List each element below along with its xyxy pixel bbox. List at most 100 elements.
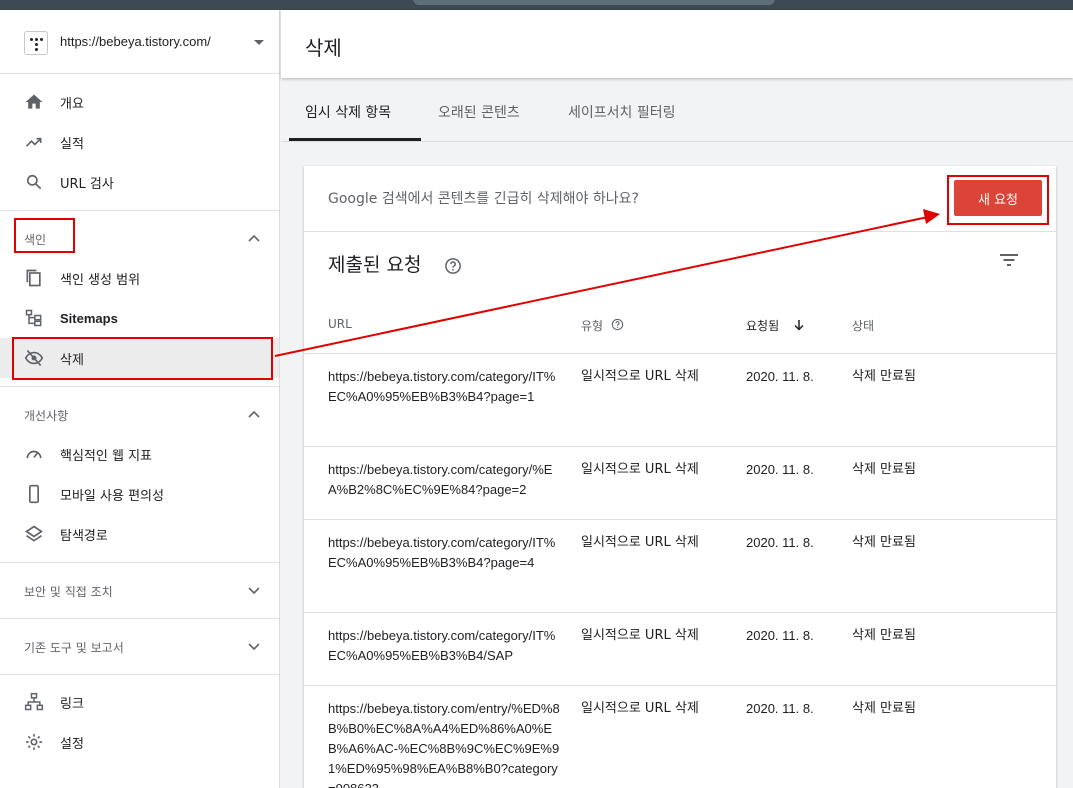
cell-url: https://bebeya.tistory.com/category/IT%E… bbox=[328, 369, 556, 404]
cell-type: 일시적으로 URL 삭제 bbox=[581, 369, 699, 384]
divider bbox=[0, 674, 279, 675]
section-enhancements-label: 개선사항 bbox=[24, 409, 69, 423]
section-index-label: 색인 bbox=[24, 233, 47, 247]
browser-top-strip bbox=[0, 0, 1073, 10]
cell-date: 2020. 11. 8. bbox=[746, 369, 814, 384]
sidebar-item-core-web-vitals[interactable]: 핵심적인 웹 지표 bbox=[0, 434, 279, 474]
section-security-header[interactable]: 보안 및 직접 조치 bbox=[0, 570, 279, 610]
divider bbox=[0, 386, 279, 387]
copy-pages-icon bbox=[26, 269, 41, 287]
cell-status: 삭제 만료됨 bbox=[852, 535, 916, 550]
divider bbox=[304, 446, 1056, 447]
section-security-label: 보안 및 직접 조치 bbox=[24, 585, 113, 599]
tab-bar: 임시 삭제 항목 오래된 콘텐츠 세이프서치 필터링 bbox=[281, 80, 1073, 142]
cell-date: 2020. 11. 8. bbox=[746, 535, 814, 550]
cell-status: 삭제 만료됨 bbox=[852, 701, 916, 716]
browser-address-bar[interactable] bbox=[413, 0, 775, 5]
sidebar-item-breadcrumbs[interactable]: 탐색경로 bbox=[0, 514, 279, 554]
gauge-icon bbox=[26, 450, 42, 459]
sidebar-item-overview[interactable]: 개요 bbox=[0, 82, 279, 122]
help-icon[interactable] bbox=[444, 257, 462, 275]
divider bbox=[0, 618, 279, 619]
chevron-up-icon bbox=[248, 410, 260, 418]
sidebar-item-label: 색인 생성 범위 bbox=[60, 272, 141, 288]
section-legacy-label: 기존 도구 및 보고서 bbox=[24, 641, 124, 655]
new-request-button[interactable]: 새 요청 bbox=[954, 180, 1042, 216]
sidebar-item-label: 개요 bbox=[60, 96, 84, 112]
links-icon bbox=[24, 692, 44, 711]
sidebar-item-links[interactable]: 링크 bbox=[0, 682, 279, 722]
layers-icon bbox=[24, 525, 44, 542]
eye-off-icon bbox=[24, 349, 44, 367]
sidebar-item-performance[interactable]: 실적 bbox=[0, 122, 279, 162]
chevron-down-icon bbox=[248, 643, 260, 651]
cell-type: 일시적으로 URL 삭제 bbox=[581, 628, 699, 643]
sitemap-icon bbox=[25, 309, 42, 327]
cell-url: https://bebeya.tistory.com/category/IT%E… bbox=[328, 628, 556, 663]
filter-list-icon[interactable] bbox=[998, 252, 1020, 268]
cell-url: https://bebeya.tistory.com/category/IT%E… bbox=[328, 535, 556, 570]
urgent-removal-question: Google 검색에서 콘텐츠를 긴급히 삭제해야 하나요? bbox=[328, 191, 639, 207]
sidebar-item-label: 삭제 bbox=[60, 352, 84, 368]
divider bbox=[0, 210, 279, 211]
active-tab-indicator bbox=[289, 138, 421, 141]
trending-up-icon bbox=[25, 137, 42, 147]
cell-type: 일시적으로 URL 삭제 bbox=[581, 701, 699, 716]
tab-outdated-content[interactable]: 오래된 콘텐츠 bbox=[438, 102, 520, 142]
divider bbox=[304, 685, 1056, 686]
cell-status: 삭제 만료됨 bbox=[852, 462, 916, 477]
cell-status: 삭제 만료됨 bbox=[852, 369, 916, 384]
column-header-status: 상태 bbox=[852, 319, 875, 333]
page-header: 삭제 bbox=[281, 10, 1073, 78]
settings-gear-icon bbox=[26, 734, 42, 750]
sidebar-item-label: URL 검사 bbox=[60, 176, 114, 192]
sidebar-item-coverage[interactable]: 색인 생성 범위 bbox=[0, 258, 279, 298]
sidebar-item-label: 설정 bbox=[60, 736, 84, 752]
property-url: https://bebeya.tistory.com/ bbox=[60, 34, 211, 49]
property-selector[interactable]: https://bebeya.tistory.com/ bbox=[0, 10, 279, 74]
divider bbox=[304, 612, 1056, 613]
divider bbox=[304, 519, 1056, 520]
section-legacy-header[interactable]: 기존 도구 및 보고서 bbox=[0, 626, 279, 666]
section-enhancements-header[interactable]: 개선사항 bbox=[0, 394, 279, 434]
sidebar-item-mobile-usability[interactable]: 모바일 사용 편의성 bbox=[0, 474, 279, 514]
column-header-type: 유형 bbox=[581, 319, 604, 333]
tab-temporary-removals[interactable]: 임시 삭제 항목 bbox=[305, 102, 391, 142]
divider bbox=[304, 231, 1056, 232]
sidebar-item-url-inspection[interactable]: URL 검사 bbox=[0, 162, 279, 202]
cell-date: 2020. 11. 8. bbox=[746, 628, 814, 643]
column-header-requested[interactable]: 요청됨 bbox=[746, 317, 779, 334]
cell-url: https://bebeya.tistory.com/entry/%ED%8B%… bbox=[328, 701, 560, 788]
section-index-header[interactable]: 색인 bbox=[0, 218, 279, 258]
submitted-requests-title: 제출된 요청 bbox=[328, 254, 422, 276]
cell-type: 일시적으로 URL 삭제 bbox=[581, 535, 699, 550]
sidebar-item-label: 탐색경로 bbox=[60, 528, 108, 544]
column-header-url: URL bbox=[328, 317, 352, 331]
sidebar-item-label: 모바일 사용 편의성 bbox=[60, 488, 164, 504]
smartphone-icon bbox=[29, 484, 39, 504]
arrow-down-icon bbox=[794, 320, 804, 331]
dropdown-caret-icon[interactable] bbox=[254, 40, 264, 45]
sidebar-item-label: 핵심적인 웹 지표 bbox=[60, 448, 152, 464]
page-title: 삭제 bbox=[305, 36, 342, 60]
search-icon bbox=[26, 174, 42, 190]
cell-date: 2020. 11. 8. bbox=[746, 462, 814, 477]
sidebar-item-removals[interactable]: 삭제 bbox=[0, 338, 279, 378]
sidebar-item-label: 실적 bbox=[60, 136, 84, 152]
cell-date: 2020. 11. 8. bbox=[746, 701, 814, 716]
sidebar-item-label: Sitemaps bbox=[60, 310, 118, 326]
chevron-up-icon bbox=[248, 234, 260, 242]
sidebar-item-settings[interactable]: 설정 bbox=[0, 722, 279, 762]
help-icon[interactable] bbox=[611, 318, 624, 331]
divider bbox=[0, 562, 279, 563]
tab-safesearch-filtering[interactable]: 세이프서치 필터링 bbox=[568, 102, 676, 142]
sidebar-item-label: 링크 bbox=[60, 696, 84, 712]
home-icon bbox=[25, 94, 43, 109]
cell-url: https://bebeya.tistory.com/category/%EA%… bbox=[328, 462, 553, 497]
cell-type: 일시적으로 URL 삭제 bbox=[581, 462, 699, 477]
chevron-down-icon bbox=[248, 587, 260, 595]
removals-card: Google 검색에서 콘텐츠를 긴급히 삭제해야 하나요? 새 요청 제출된 … bbox=[304, 166, 1056, 788]
cell-status: 삭제 만료됨 bbox=[852, 628, 916, 643]
tistory-logo-icon bbox=[24, 31, 48, 55]
sidebar-item-sitemaps[interactable]: Sitemaps bbox=[0, 298, 279, 338]
